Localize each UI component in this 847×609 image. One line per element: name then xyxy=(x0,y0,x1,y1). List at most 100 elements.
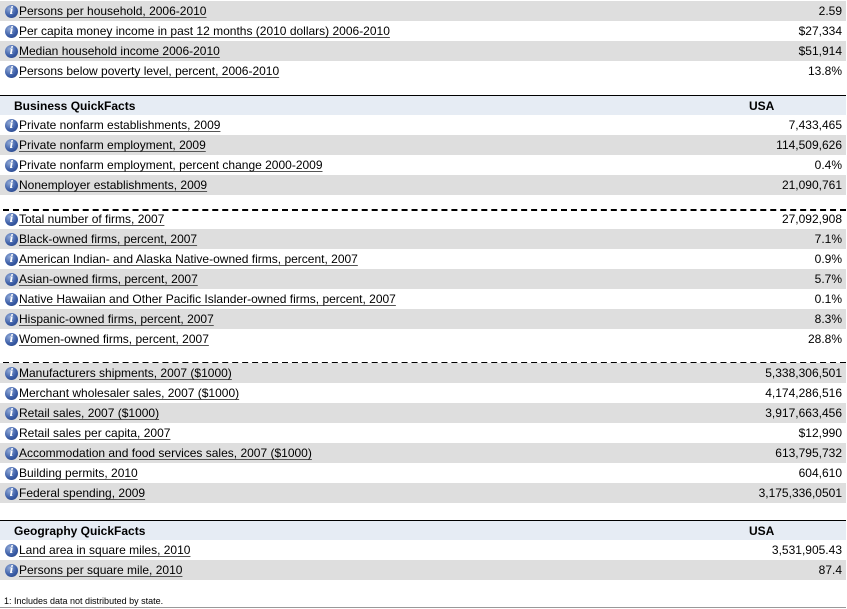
row-value: 27,092,908 xyxy=(781,212,842,226)
row-value: 0.9% xyxy=(814,252,842,266)
row-label[interactable]: Median household income 2006-2010 xyxy=(19,44,220,58)
row-value: 0.1% xyxy=(814,292,842,306)
info-icon[interactable]: i xyxy=(5,446,18,460)
info-icon[interactable]: i xyxy=(5,426,18,440)
row-label[interactable]: Persons per household, 2006-2010 xyxy=(19,4,206,18)
row-value: 7,433,465 xyxy=(788,118,842,132)
info-icon[interactable]: i xyxy=(5,466,18,480)
geography-section-header: Geography QuickFacts USA xyxy=(0,520,846,540)
row-label[interactable]: Retail sales, 2007 ($1000) xyxy=(19,406,159,420)
row-value: 114,509,626 xyxy=(776,138,842,152)
row-label[interactable]: American Indian- and Alaska Native-owned… xyxy=(19,252,358,266)
row-label[interactable]: Black-owned firms, percent, 2007 xyxy=(19,232,197,246)
row-value: 7.1% xyxy=(814,232,842,246)
row-label[interactable]: Private nonfarm employment, percent chan… xyxy=(19,158,323,172)
info-icon[interactable]: i xyxy=(5,24,18,38)
row-label[interactable]: Per capita money income in past 12 month… xyxy=(19,24,390,38)
row-label[interactable]: Federal spending, 2009 xyxy=(19,486,145,500)
table-row: i Accommodation and food services sales,… xyxy=(0,443,846,463)
row-value: 21,090,761 xyxy=(781,178,842,192)
table-row: i Persons below poverty level, percent, … xyxy=(0,61,846,81)
row-label[interactable]: Merchant wholesaler sales, 2007 ($1000) xyxy=(19,386,239,400)
row-label[interactable]: Persons per square mile, 2010 xyxy=(19,563,182,577)
info-icon[interactable]: i xyxy=(5,292,18,306)
table-row: i Manufacturers shipments, 2007 ($1000) … xyxy=(0,363,846,383)
row-value: $12,990 xyxy=(798,426,842,440)
row-value: 3,531,905.43 xyxy=(771,543,842,557)
info-icon[interactable]: i xyxy=(5,138,18,152)
footer-divider xyxy=(0,607,846,608)
footnote: 1: Includes data not distributed by stat… xyxy=(4,596,164,606)
info-icon[interactable]: i xyxy=(5,312,18,326)
table-row: i Private nonfarm employment, percent ch… xyxy=(0,155,846,175)
row-value: 4,174,286,516 xyxy=(765,386,842,400)
info-icon[interactable]: i xyxy=(5,178,18,192)
column-header-usa: USA xyxy=(749,523,775,538)
info-icon[interactable]: i xyxy=(5,212,18,226)
info-icon[interactable]: i xyxy=(5,563,18,577)
row-value: 0.4% xyxy=(814,158,842,172)
table-row: i Per capita money income in past 12 mon… xyxy=(0,21,846,41)
info-icon[interactable]: i xyxy=(5,543,18,557)
info-icon[interactable]: i xyxy=(5,386,18,400)
row-label[interactable]: Native Hawaiian and Other Pacific Island… xyxy=(19,292,396,306)
row-label[interactable]: Retail sales per capita, 2007 xyxy=(19,426,170,440)
info-icon[interactable]: i xyxy=(5,486,18,500)
table-row: i Private nonfarm employment, 2009 114,5… xyxy=(0,135,846,155)
info-icon[interactable]: i xyxy=(5,64,18,78)
row-value: 5,338,306,501 xyxy=(765,366,842,380)
table-row: i Land area in square miles, 2010 3,531,… xyxy=(0,540,846,560)
row-label[interactable]: Private nonfarm employment, 2009 xyxy=(19,138,206,152)
column-header-usa: USA xyxy=(749,98,775,113)
row-label[interactable]: Hispanic-owned firms, percent, 2007 xyxy=(19,312,214,326)
row-label[interactable]: Persons below poverty level, percent, 20… xyxy=(19,64,279,78)
row-value: 87.4 xyxy=(818,563,842,577)
section-title: Geography QuickFacts xyxy=(14,523,146,538)
row-value: 2.59 xyxy=(818,4,842,18)
row-label[interactable]: Building permits, 2010 xyxy=(19,466,138,480)
table-row: i Hispanic-owned firms, percent, 2007 8.… xyxy=(0,309,846,329)
info-icon[interactable]: i xyxy=(5,332,18,346)
info-icon[interactable]: i xyxy=(5,252,18,266)
info-icon[interactable]: i xyxy=(5,118,18,132)
row-value: 3,917,663,456 xyxy=(765,406,842,420)
table-row: i Black-owned firms, percent, 2007 7.1% xyxy=(0,229,846,249)
table-row: i Retail sales per capita, 2007 $12,990 xyxy=(0,423,846,443)
row-value: $51,914 xyxy=(798,44,842,58)
info-icon[interactable]: i xyxy=(5,4,18,18)
table-row: i Persons per square mile, 2010 87.4 xyxy=(0,560,846,580)
row-label[interactable]: Women-owned firms, percent, 2007 xyxy=(19,332,209,346)
row-value: 5.7% xyxy=(814,272,842,286)
business-section-header: Business QuickFacts USA xyxy=(0,95,846,115)
info-icon[interactable]: i xyxy=(5,232,18,246)
row-label[interactable]: Total number of firms, 2007 xyxy=(19,212,164,226)
row-value: 604,610 xyxy=(798,466,842,480)
row-value: 8.3% xyxy=(814,312,842,326)
table-row: i Building permits, 2010 604,610 xyxy=(0,463,846,483)
row-label[interactable]: Asian-owned firms, percent, 2007 xyxy=(19,272,198,286)
row-value: 3,175,336,0501 xyxy=(758,486,842,500)
table-row: i Federal spending, 2009 3,175,336,0501 xyxy=(0,483,846,503)
info-icon[interactable]: i xyxy=(5,366,18,380)
info-icon[interactable]: i xyxy=(5,44,18,58)
table-row: i Asian-owned firms, percent, 2007 5.7% xyxy=(0,269,846,289)
table-row: i Total number of firms, 2007 27,092,908 xyxy=(0,209,846,229)
table-row: i Nonemployer establishments, 2009 21,09… xyxy=(0,175,846,195)
table-row: i Median household income 2006-2010 $51,… xyxy=(0,41,846,61)
table-row: i American Indian- and Alaska Native-own… xyxy=(0,249,846,269)
table-row: i Private nonfarm establishments, 2009 7… xyxy=(0,115,846,135)
row-value: 13.8% xyxy=(807,64,842,78)
row-label[interactable]: Nonemployer establishments, 2009 xyxy=(19,178,207,192)
table-row: i Native Hawaiian and Other Pacific Isla… xyxy=(0,289,846,309)
row-label[interactable]: Accommodation and food services sales, 2… xyxy=(19,446,312,460)
table-row: i Women-owned firms, percent, 2007 28.8% xyxy=(0,329,846,349)
row-value: $27,334 xyxy=(798,24,842,38)
info-icon[interactable]: i xyxy=(5,272,18,286)
row-label[interactable]: Private nonfarm establishments, 2009 xyxy=(19,118,220,132)
section-title: Business QuickFacts xyxy=(14,98,136,113)
info-icon[interactable]: i xyxy=(5,158,18,172)
row-label[interactable]: Manufacturers shipments, 2007 ($1000) xyxy=(19,366,232,380)
row-label[interactable]: Land area in square miles, 2010 xyxy=(19,543,190,557)
info-icon[interactable]: i xyxy=(5,406,18,420)
row-value: 613,795,732 xyxy=(775,446,842,460)
